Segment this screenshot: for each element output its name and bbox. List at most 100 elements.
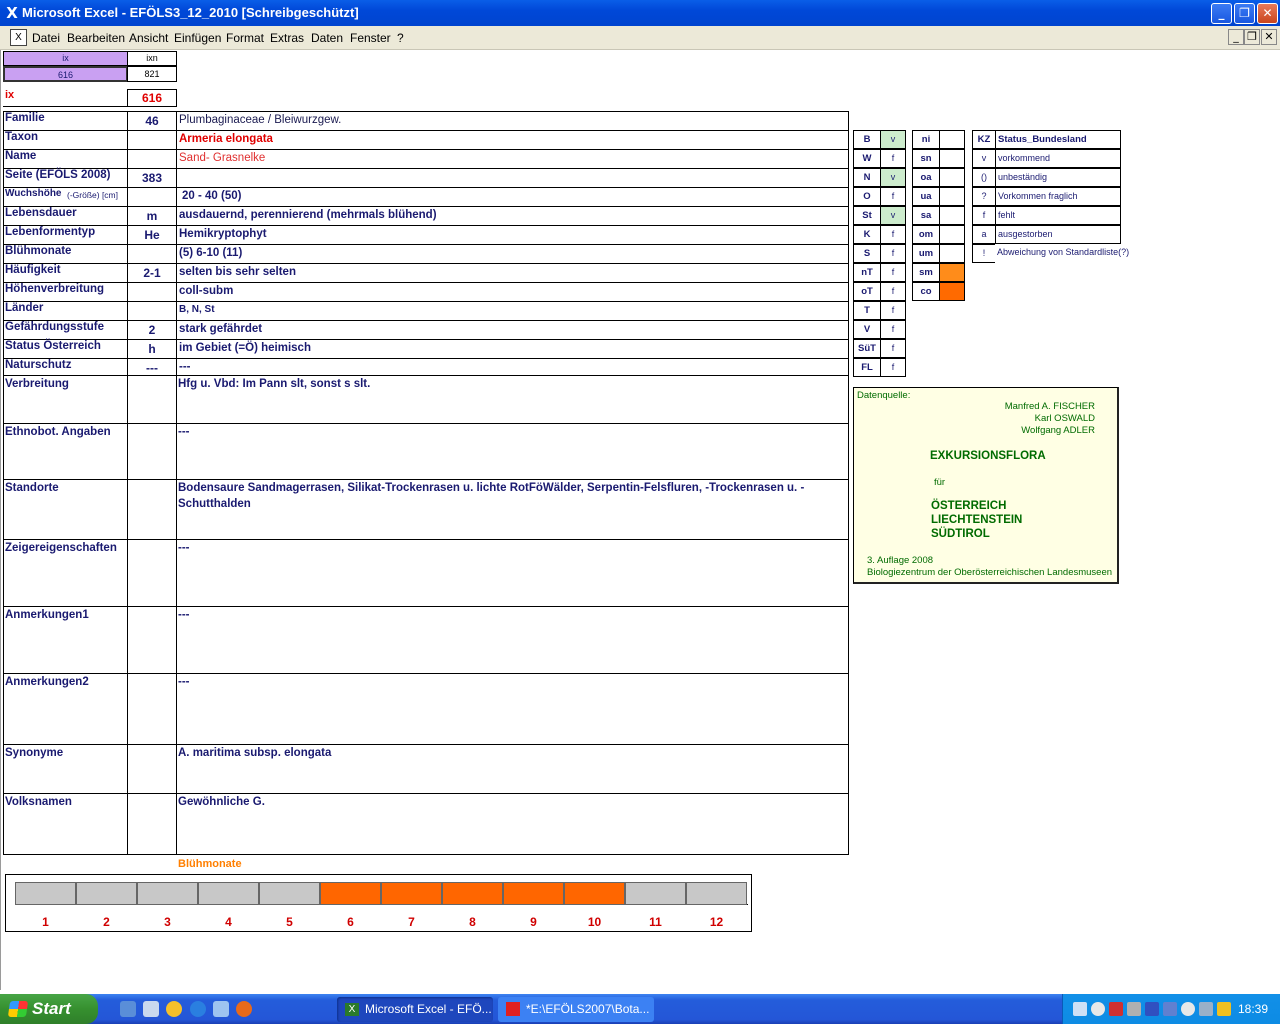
state-value-cell[interactable]: f — [880, 339, 906, 358]
update-icon[interactable] — [1217, 1002, 1231, 1016]
state-value-cell[interactable]: f — [880, 263, 906, 282]
quicklaunch-ie-icon[interactable] — [190, 1001, 206, 1017]
bloom-bar[interactable] — [564, 882, 625, 905]
state-code-cell[interactable]: K — [853, 225, 881, 244]
excel-app-icon[interactable]: X — [3, 4, 21, 22]
altitude-value-cell[interactable] — [939, 263, 965, 282]
ix-header-cell[interactable]: ix — [3, 51, 128, 66]
menu-extras[interactable]: Extras — [270, 31, 304, 45]
altitude-code-cell[interactable]: om — [912, 225, 940, 244]
altitude-code-cell[interactable]: ua — [912, 187, 940, 206]
shield-icon[interactable] — [1145, 1002, 1159, 1016]
row-value[interactable]: B, N, St — [179, 304, 215, 315]
bloom-bar[interactable] — [137, 882, 198, 905]
settings-icon[interactable] — [1127, 1002, 1141, 1016]
tall-row-value-continued[interactable]: Schutthalden — [178, 498, 251, 510]
state-code-cell[interactable]: FL — [853, 358, 881, 377]
altitude-code-cell[interactable]: oa — [912, 168, 940, 187]
menu-daten[interactable]: Daten — [311, 31, 343, 45]
row-value[interactable]: --- — [179, 361, 191, 373]
ix-value-cell[interactable]: 616 — [3, 66, 128, 82]
state-value-cell[interactable]: v — [880, 130, 906, 149]
workbook-icon[interactable]: X — [10, 29, 27, 46]
menu-datei[interactable]: Datei — [32, 31, 60, 45]
ix-big-value[interactable]: 616 — [127, 89, 177, 107]
altitude-value-cell[interactable] — [939, 282, 965, 301]
row-value[interactable]: ausdauernd, perennierend (mehrmals blühe… — [179, 209, 437, 221]
bloom-bar[interactable] — [625, 882, 686, 905]
row-code[interactable]: m — [128, 209, 176, 223]
search-icon[interactable] — [1091, 1002, 1105, 1016]
tall-row-value[interactable]: --- — [178, 676, 190, 688]
state-value-cell[interactable]: f — [880, 149, 906, 168]
row-value[interactable]: stark gefährdet — [179, 323, 262, 335]
row-value[interactable]: Armeria elongata — [179, 133, 273, 145]
state-code-cell[interactable]: St — [853, 206, 881, 225]
state-code-cell[interactable]: B — [853, 130, 881, 149]
row-code[interactable]: He — [128, 228, 176, 242]
bloom-bar[interactable] — [15, 882, 76, 905]
tall-row-value[interactable]: --- — [178, 542, 190, 554]
state-code-cell[interactable]: O — [853, 187, 881, 206]
state-code-cell[interactable]: V — [853, 320, 881, 339]
altitude-value-cell[interactable] — [939, 168, 965, 187]
info-icon[interactable] — [1181, 1002, 1195, 1016]
row-value[interactable]: 20 - 40 (50) — [182, 190, 241, 202]
state-code-cell[interactable]: SüT — [853, 339, 881, 358]
row-value[interactable]: Sand- Grasnelke — [179, 152, 265, 164]
row-value[interactable]: im Gebiet (=Ö) heimisch — [179, 342, 311, 354]
altitude-code-cell[interactable]: ni — [912, 130, 940, 149]
row-value[interactable]: (5) 6-10 (11) — [179, 247, 242, 259]
restore-button[interactable]: ❐ — [1234, 3, 1255, 24]
row-code[interactable]: 383 — [128, 171, 176, 185]
tall-row-value[interactable]: Hfg u. Vbd: Im Pann slt, sonst s slt. — [178, 378, 370, 390]
row-code[interactable]: h — [128, 342, 176, 356]
menu-bearbeiten[interactable]: Bearbeiten — [67, 31, 125, 45]
state-code-cell[interactable]: nT — [853, 263, 881, 282]
start-button[interactable]: Start — [0, 994, 98, 1024]
row-value[interactable]: Hemikryptophyt — [179, 228, 267, 240]
bloom-bar[interactable] — [503, 882, 564, 905]
state-code-cell[interactable]: S — [853, 244, 881, 263]
doc-minimize-button[interactable]: _ — [1228, 29, 1244, 45]
state-value-cell[interactable]: f — [880, 282, 906, 301]
antivirus-icon[interactable] — [1109, 1002, 1123, 1016]
menu-help[interactable]: ? — [397, 31, 404, 45]
tall-row-value[interactable]: --- — [178, 609, 190, 621]
altitude-code-cell[interactable]: sm — [912, 263, 940, 282]
row-code[interactable]: 2-1 — [128, 266, 176, 280]
bloom-bar[interactable] — [686, 882, 747, 905]
task-excel[interactable]: X Microsoft Excel - EFÖ... — [337, 997, 493, 1022]
quicklaunch-outlook-icon[interactable] — [213, 1001, 229, 1017]
state-value-cell[interactable]: f — [880, 301, 906, 320]
state-code-cell[interactable]: N — [853, 168, 881, 187]
bloom-bar[interactable] — [259, 882, 320, 905]
quicklaunch-firefox-icon[interactable] — [236, 1001, 252, 1017]
ixn-value-cell[interactable]: 821 — [127, 66, 177, 82]
menu-fenster[interactable]: Fenster — [350, 31, 391, 45]
doc-restore-button[interactable]: ❐ — [1244, 29, 1260, 45]
bloom-bar[interactable] — [442, 882, 503, 905]
altitude-code-cell[interactable]: sn — [912, 149, 940, 168]
state-code-cell[interactable]: W — [853, 149, 881, 168]
quicklaunch-explorer-icon[interactable] — [143, 1001, 159, 1017]
state-value-cell[interactable]: f — [880, 244, 906, 263]
state-value-cell[interactable]: f — [880, 187, 906, 206]
altitude-value-cell[interactable] — [939, 244, 965, 263]
row-code[interactable]: --- — [128, 361, 176, 375]
task-editor[interactable]: *E:\EFÖLS2007\Bota... — [498, 997, 654, 1022]
menu-ansicht[interactable]: Ansicht — [129, 31, 168, 45]
bloom-bar[interactable] — [381, 882, 442, 905]
altitude-code-cell[interactable]: co — [912, 282, 940, 301]
state-value-cell[interactable]: v — [880, 168, 906, 187]
quicklaunch-desktop-icon[interactable] — [120, 1001, 136, 1017]
close-button[interactable]: ✕ — [1257, 3, 1278, 24]
bloom-bar[interactable] — [76, 882, 137, 905]
altitude-value-cell[interactable] — [939, 149, 965, 168]
minimize-button[interactable]: _ — [1211, 3, 1232, 24]
menu-einfuegen[interactable]: Einfügen — [174, 31, 221, 45]
ixn-header-cell[interactable]: ixn — [127, 51, 177, 66]
state-value-cell[interactable]: v — [880, 206, 906, 225]
altitude-value-cell[interactable] — [939, 206, 965, 225]
altitude-code-cell[interactable]: um — [912, 244, 940, 263]
